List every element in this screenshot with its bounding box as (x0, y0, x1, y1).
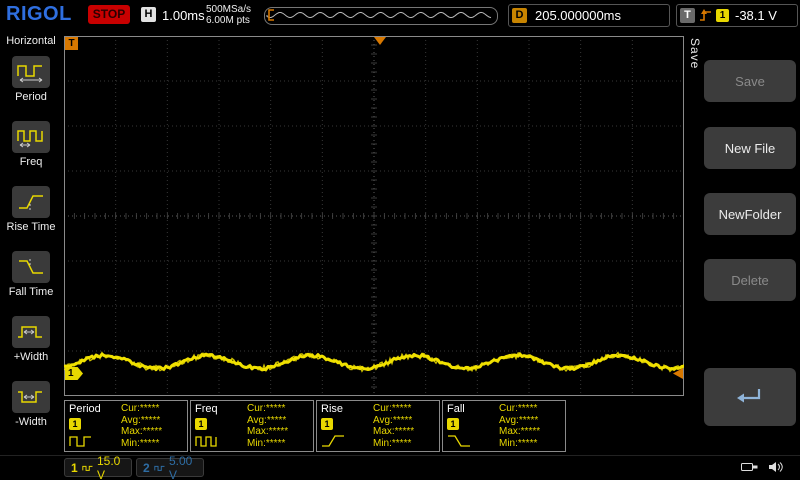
measurement-name: Period (69, 403, 101, 415)
usb-icon (740, 460, 760, 474)
max-value: Max:***** (373, 426, 414, 438)
sidebar-item-label: Freq (20, 156, 43, 168)
new-file-button[interactable]: New File (704, 127, 796, 169)
neg-width-icon (12, 381, 50, 413)
measurement-panel-rise[interactable]: Rise 1 Cur:***** Avg:***** Max:***** Min… (316, 400, 440, 452)
measurement-panel-fall[interactable]: Fall 1 Cur:***** Avg:***** Max:***** Min… (442, 400, 566, 452)
avg-value: Avg:***** (499, 415, 540, 427)
period-glyph-icon (68, 433, 94, 449)
menu-tab-save: Save (688, 38, 702, 69)
trigger-level-value: -38.1 V (735, 8, 777, 23)
measurement-name: Freq (195, 403, 218, 415)
sidebar-item-period[interactable]: Period (0, 47, 62, 112)
min-value: Min:***** (499, 438, 540, 450)
avg-value: Avg:***** (121, 415, 162, 427)
delay-readout: D 205.000000ms (508, 4, 670, 27)
waveform-display: T 1 (64, 36, 684, 396)
max-value: Max:***** (121, 426, 162, 438)
delay-badge: D (512, 8, 527, 23)
top-status-bar: RIGOL STOP H 1.00ms 500MSa/s 6.00M pts D… (0, 0, 800, 30)
measurement-name: Rise (321, 403, 343, 415)
channel1-id: 1 (71, 461, 78, 475)
max-value: Max:***** (247, 426, 288, 438)
delay-value: 205.000000ms (535, 8, 621, 23)
sidebar-item-freq[interactable]: Freq (0, 112, 62, 177)
measurement-panel-period[interactable]: Period 1 Cur:***** Avg:***** Max:***** M… (64, 400, 188, 452)
min-value: Min:***** (247, 438, 288, 450)
rigol-logo: RIGOL (6, 3, 72, 26)
pos-width-icon (12, 316, 50, 348)
new-folder-button[interactable]: NewFolder (704, 193, 796, 235)
channel-status-bar: 1 15.0 V 2 5.00 V (0, 455, 800, 480)
sidebar-item-label: -Width (15, 416, 47, 428)
cur-value: Cur:***** (247, 403, 288, 415)
measurement-panel-freq[interactable]: Freq 1 Cur:***** Avg:***** Max:***** Min… (190, 400, 314, 452)
cur-value: Cur:***** (499, 403, 540, 415)
measurement-name: Fall (447, 403, 465, 415)
sidebar-item-label: +Width (14, 351, 49, 363)
delete-button: Delete (704, 259, 796, 301)
timebase-value: 1.00ms (162, 8, 205, 23)
freq-icon (12, 121, 50, 153)
run-state-badge[interactable]: STOP (88, 5, 130, 24)
min-value: Min:***** (121, 438, 162, 450)
trigger-corner-marker: T (65, 37, 78, 50)
channel-badge: 1 (321, 418, 333, 430)
memory-depth: 6.00M pts (206, 15, 251, 26)
avg-value: Avg:***** (247, 415, 288, 427)
measurement-values: Cur:***** Avg:***** Max:***** Min:***** (121, 403, 162, 449)
sidebar-title: Horizontal (0, 30, 62, 47)
sample-rate: 500MSa/s (206, 4, 251, 15)
measurement-values: Cur:***** Avg:***** Max:***** Min:***** (499, 403, 540, 449)
save-button: Save (704, 60, 796, 102)
min-value: Min:***** (373, 438, 414, 450)
cur-value: Cur:***** (373, 403, 414, 415)
trigger-channel-badge: 1 (716, 9, 729, 22)
sidebar-item-label: Fall Time (9, 286, 54, 298)
channel1-status[interactable]: 1 15.0 V (64, 458, 132, 477)
channel-badge: 1 (195, 418, 207, 430)
trigger-badge: T (680, 8, 695, 23)
speaker-icon (768, 460, 786, 474)
rising-edge-icon (699, 8, 713, 23)
sample-rate-block: 500MSa/s 6.00M pts (206, 4, 251, 26)
rise-glyph-icon (320, 433, 346, 449)
rise-time-icon (12, 186, 50, 218)
memory-position-bar (264, 7, 498, 25)
freq-glyph-icon (194, 433, 220, 449)
return-button[interactable] (704, 368, 796, 426)
sidebar-item-neg-width[interactable]: -Width (0, 372, 62, 437)
sidebar-item-label: Period (15, 91, 47, 103)
sidebar-item-label: Rise Time (7, 221, 56, 233)
channel2-coupling-icon (154, 463, 165, 473)
fall-time-icon (12, 251, 50, 283)
measurement-values: Cur:***** Avg:***** Max:***** Min:***** (247, 403, 288, 449)
channel-badge: 1 (69, 418, 81, 430)
cur-value: Cur:***** (121, 403, 162, 415)
channel2-status[interactable]: 2 5.00 V (136, 458, 204, 477)
period-icon (12, 56, 50, 88)
channel1-coupling-icon (82, 463, 93, 473)
channel1-scale: 15.0 V (97, 454, 125, 480)
trigger-readout: T 1 -38.1 V (676, 4, 798, 27)
memory-waveform-icon (265, 8, 495, 22)
trigger-position-marker[interactable] (374, 37, 386, 45)
channel-badge: 1 (447, 418, 459, 430)
max-value: Max:***** (499, 426, 540, 438)
measurement-row: Period 1 Cur:***** Avg:***** Max:***** M… (64, 400, 566, 452)
avg-value: Avg:***** (373, 415, 414, 427)
measure-sidebar: Horizontal Period Freq (0, 30, 62, 455)
soft-menu: Save Save New File NewFolder Delete (686, 30, 800, 455)
measurement-values: Cur:***** Avg:***** Max:***** Min:***** (373, 403, 414, 449)
sidebar-item-rise-time[interactable]: Rise Time (0, 177, 62, 242)
fall-glyph-icon (446, 433, 472, 449)
graticule (64, 36, 684, 396)
sidebar-item-pos-width[interactable]: +Width (0, 307, 62, 372)
sidebar-item-fall-time[interactable]: Fall Time (0, 242, 62, 307)
channel2-scale: 5.00 V (169, 454, 197, 480)
oscilloscope-screen: RIGOL STOP H 1.00ms 500MSa/s 6.00M pts D… (0, 0, 800, 480)
horizontal-badge: H (141, 7, 156, 22)
channel2-id: 2 (143, 461, 150, 475)
return-arrow-icon (735, 386, 765, 408)
